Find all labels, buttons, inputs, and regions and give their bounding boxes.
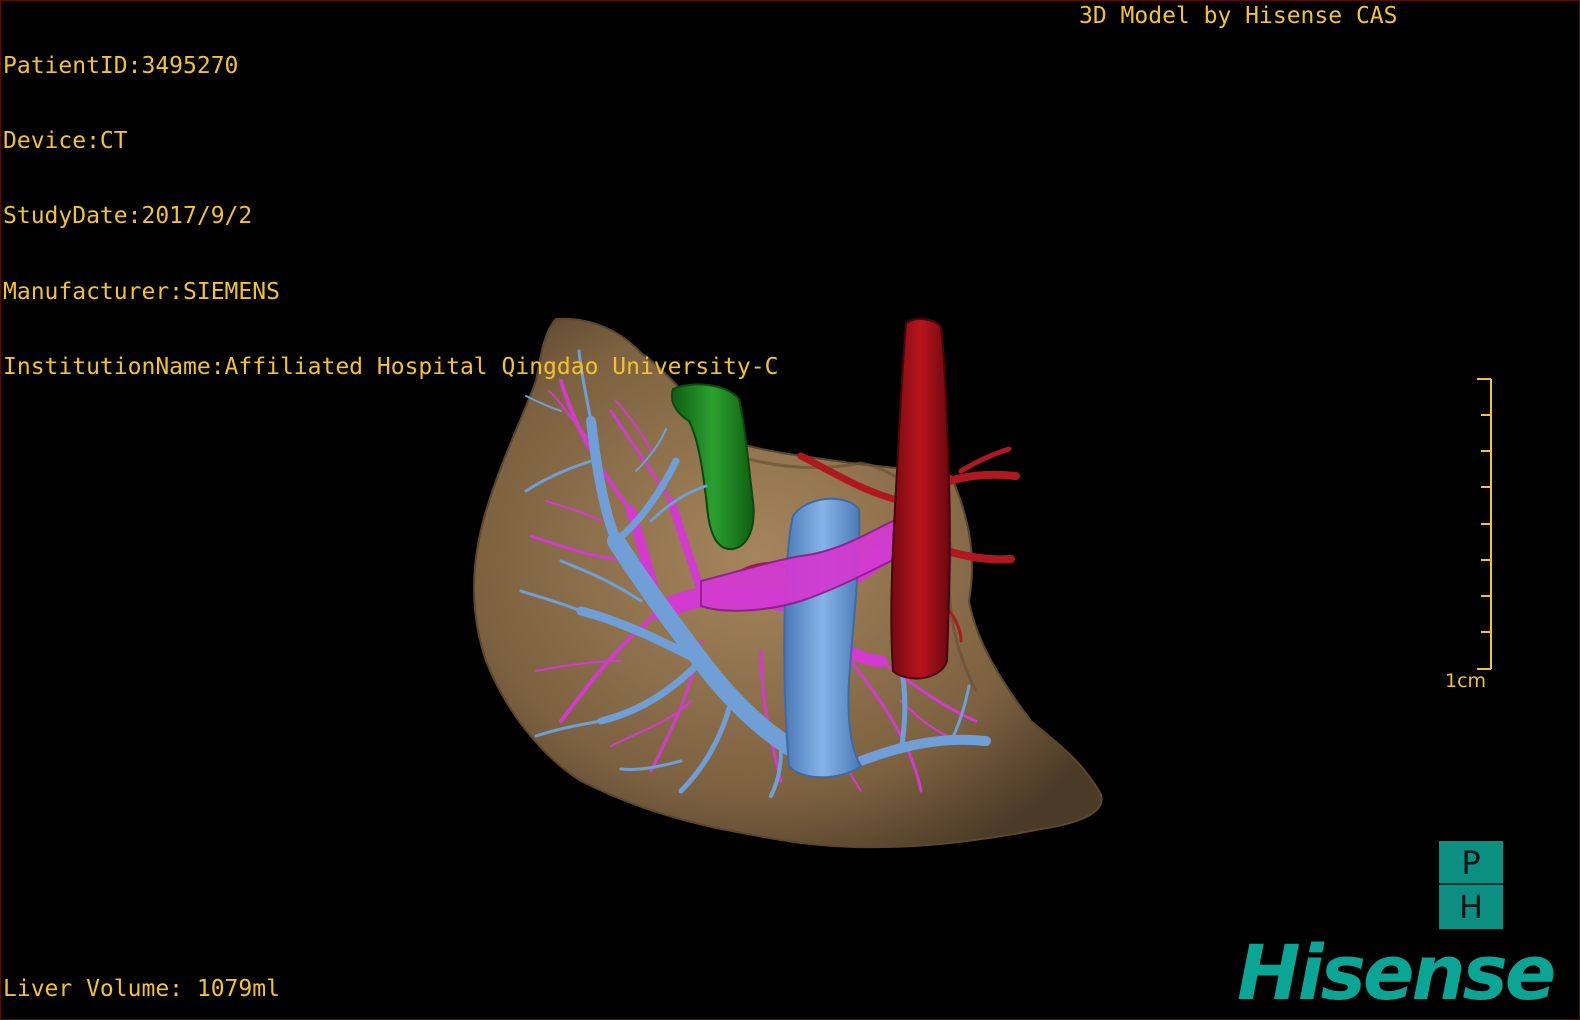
institution-text: InstitutionName:Affiliated Hospital Qing… — [3, 353, 779, 380]
orientation-face-top: P — [1439, 841, 1503, 885]
device-text: Device:CT — [3, 128, 128, 155]
orientation-cube[interactable]: P H — [1439, 841, 1503, 929]
manufacturer-text: Manufacturer:SIEMENS — [3, 278, 280, 305]
patient-id-text: PatientID:3495270 — [3, 53, 239, 79]
orientation-face-bottom: H — [1439, 885, 1503, 929]
3d-viewport[interactable]: PatientID:3495270 Device:CT StudyDate:20… — [0, 0, 1580, 1020]
portal-vein-trunk — [783, 497, 863, 779]
scale-label: 1cm — [1445, 670, 1487, 692]
red-main-vessel — [890, 318, 951, 680]
scale-bar — [1477, 378, 1492, 670]
hisense-logo: Hisense — [1237, 928, 1556, 1017]
model-credit-text: 3D Model by Hisense CAS — [1079, 3, 1398, 29]
patient-info-overlay: PatientID:3495270 Device:CT StudyDate:20… — [3, 4, 778, 430]
liver-volume-text: Liver Volume: 1079ml — [3, 976, 280, 1002]
study-date-text: StudyDate:2017/9/2 — [3, 203, 253, 230]
